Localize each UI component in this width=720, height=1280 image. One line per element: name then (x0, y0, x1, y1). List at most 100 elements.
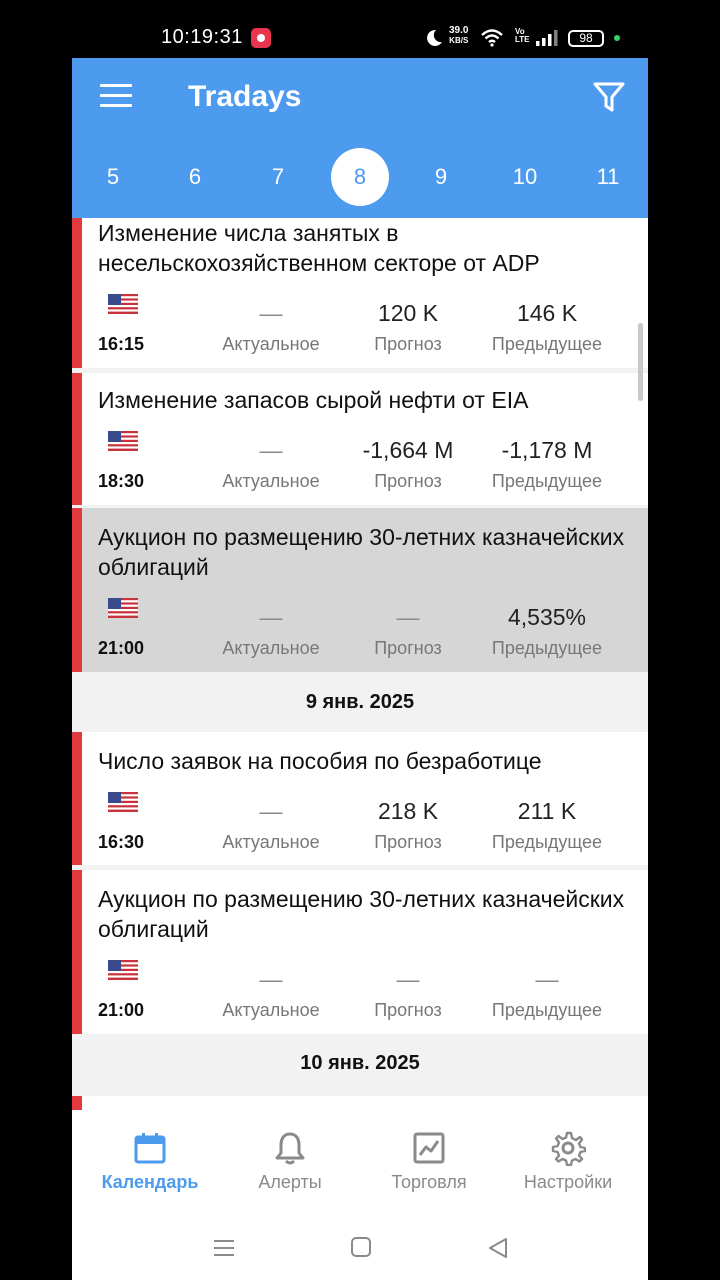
status-time: 10:19:31 (161, 26, 243, 48)
bell-icon (275, 1132, 305, 1165)
day-8-selected[interactable]: 8 (331, 148, 389, 206)
previous-label: Предыдущее (491, 334, 603, 354)
chart-icon (413, 1132, 445, 1164)
volte-indicator: Vo LTE (515, 28, 530, 44)
previous-label: Предыдущее (491, 832, 603, 852)
event-list[interactable]: Изменение числа занятых в несельскохозяй… (72, 218, 648, 1110)
moon-icon (427, 29, 442, 46)
app-title: Tradays (188, 80, 302, 113)
signal-icon (536, 30, 558, 46)
us-flag-icon (108, 792, 138, 812)
net-speed: 39.0 KB/S (449, 26, 468, 46)
importance-bar (72, 1096, 82, 1110)
event-card[interactable]: Изменение числа занятых в несельскохозяй… (72, 218, 648, 368)
importance-bar (72, 732, 82, 865)
day-7[interactable]: 7 (249, 148, 307, 206)
home-icon[interactable] (350, 1236, 372, 1258)
nav-settings-label: Настройки (523, 1172, 613, 1192)
event-time: 16:15 (98, 334, 145, 354)
actual-value: — (259, 300, 283, 326)
event-time: 18:30 (98, 471, 145, 491)
nav-settings[interactable]: Настройки (496, 1130, 640, 1193)
calendar-icon (134, 1133, 166, 1164)
actual-label: Актуальное (222, 832, 320, 852)
previous-value: 146 K (516, 300, 578, 326)
forecast-value: — (396, 966, 420, 992)
event-title: Изменение запасов сырой нефти от EIA (98, 387, 529, 413)
previous-value: 211 K (517, 798, 577, 824)
event-title: Число заявок на пособия по безработице (98, 748, 542, 774)
net-speed-value: 39.0 (449, 25, 469, 36)
actual-label: Актуальное (222, 638, 320, 658)
event-card-selected[interactable]: Аукцион по размещению 30-летних казначей… (72, 508, 648, 672)
actual-value: — (259, 604, 283, 630)
previous-value: -1,178 M (501, 437, 593, 463)
us-flag-icon (108, 960, 138, 980)
bottom-navigation: Календарь Алерты Торговля Настройки (72, 1110, 648, 1220)
app-bar: Tradays 5 6 7 8 9 10 11 (72, 58, 648, 218)
nav-calendar[interactable]: Календарь (78, 1130, 222, 1193)
screen-record-icon (251, 28, 271, 48)
event-card[interactable]: Аукцион по размещению 30-летних казначей… (72, 870, 648, 1034)
previous-label: Предыдущее (491, 471, 603, 491)
event-time: 16:30 (98, 832, 145, 852)
forecast-label: Прогноз (374, 471, 442, 491)
event-card[interactable]: Число заявок на пособия по безработице 1… (72, 732, 648, 865)
filter-icon[interactable] (592, 80, 626, 114)
day-6[interactable]: 6 (166, 148, 224, 206)
day-5[interactable]: 5 (84, 148, 142, 206)
event-title: Изменение числа занятых в несельскохозяй… (98, 220, 540, 276)
lte-label: LTE (515, 35, 530, 44)
date-header: 9 янв. 2025 (72, 673, 648, 731)
importance-bar (72, 373, 82, 505)
actual-value: — (259, 798, 283, 824)
gear-icon (551, 1131, 586, 1166)
wifi-icon (481, 29, 503, 47)
event-title: Аукцион по размещению 30-летних казначей… (98, 886, 625, 942)
forecast-value: — (396, 604, 420, 630)
forecast-value: 120 K (377, 300, 439, 326)
system-navigation (72, 1220, 648, 1280)
forecast-label: Прогноз (374, 334, 442, 354)
forecast-value: -1,664 M (362, 437, 454, 463)
previous-label: Предыдущее (491, 638, 603, 658)
us-flag-icon (108, 294, 138, 314)
nav-calendar-label: Календарь (101, 1172, 199, 1192)
event-card-partial[interactable] (72, 1096, 648, 1110)
menu-icon-line (100, 94, 132, 97)
forecast-label: Прогноз (374, 1000, 442, 1020)
day-9[interactable]: 9 (412, 148, 470, 206)
status-bar: 10:19:31 39.0 KB/S Vo LTE 98 (0, 0, 720, 58)
scrollbar-thumb[interactable] (638, 323, 643, 401)
nav-trading-label: Торговля (391, 1172, 467, 1192)
back-icon[interactable] (486, 1236, 510, 1260)
event-time: 21:00 (98, 1000, 145, 1020)
actual-label: Актуальное (222, 1000, 320, 1020)
actual-label: Актуальное (222, 334, 320, 354)
nav-trading[interactable]: Торговля (357, 1130, 501, 1193)
net-speed-unit: KB/S (449, 36, 469, 45)
actual-label: Актуальное (222, 471, 320, 491)
event-time: 21:00 (98, 638, 145, 658)
day-selector: 5 6 7 8 9 10 11 (72, 148, 648, 206)
nav-alerts-label: Алерты (258, 1172, 322, 1192)
actual-value: — (259, 437, 283, 463)
forecast-label: Прогноз (374, 832, 442, 852)
menu-icon-line (100, 104, 132, 107)
event-card[interactable]: Изменение запасов сырой нефти от EIA 18:… (72, 373, 648, 505)
menu-button[interactable] (100, 84, 132, 110)
previous-value: — (535, 966, 559, 992)
recents-icon[interactable] (212, 1236, 236, 1260)
app-window: Tradays 5 6 7 8 9 10 11 Изменение числа … (72, 58, 648, 1280)
event-title: Аукцион по размещению 30-летних казначей… (98, 524, 625, 580)
forecast-label: Прогноз (374, 638, 442, 658)
day-10[interactable]: 10 (496, 148, 554, 206)
previous-value: 4,535% (507, 604, 586, 630)
charging-dot (614, 35, 620, 41)
nav-alerts[interactable]: Алерты (218, 1130, 362, 1193)
battery-indicator: 98 (568, 30, 604, 47)
importance-bar (72, 870, 82, 1034)
importance-bar (72, 218, 82, 368)
day-11[interactable]: 11 (579, 148, 637, 206)
date-header: 10 янв. 2025 (72, 1034, 648, 1092)
